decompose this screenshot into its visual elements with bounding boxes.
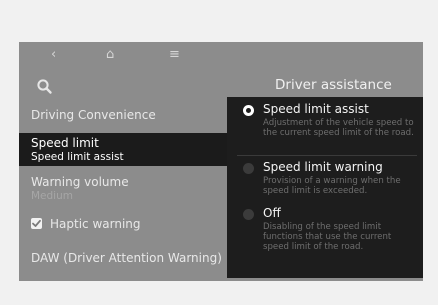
- option-label: Speed limit warning: [263, 160, 383, 174]
- menu-item-haptic-warning[interactable]: Haptic warning: [19, 217, 229, 232]
- haptic-warning-label: Haptic warning: [50, 217, 141, 231]
- option-off[interactable]: Off Disabling of the speed limit functio…: [227, 206, 423, 252]
- radio-unselected-icon[interactable]: [243, 163, 254, 174]
- option-description: Disabling of the speed limit functions t…: [263, 222, 392, 252]
- menu-item-warning-volume[interactable]: Warning volume Medium: [19, 175, 229, 203]
- option-description: Adjustment of the vehicle speed to the c…: [263, 118, 414, 138]
- daw-label: DAW (Driver Attention Warning): [31, 251, 222, 265]
- warning-volume-label: Warning volume: [31, 175, 129, 189]
- menu-icon[interactable]: ≡: [169, 47, 180, 63]
- option-label: Speed limit assist: [263, 102, 369, 116]
- search-icon[interactable]: [36, 78, 54, 96]
- speed-limit-options-popup: Speed limit assist Adjustment of the veh…: [227, 97, 423, 278]
- checkmark-icon: [32, 219, 41, 227]
- option-label: Off: [263, 206, 281, 220]
- speed-limit-value: Speed limit assist: [31, 151, 124, 163]
- divider: [237, 155, 417, 156]
- page-title: Driver assistance: [275, 77, 392, 93]
- back-icon[interactable]: ‹: [51, 47, 56, 63]
- option-speed-limit-warning[interactable]: Speed limit warning Provision of a warni…: [227, 160, 423, 196]
- option-description: Provision of a warning when the speed li…: [263, 176, 401, 196]
- menu-item-daw[interactable]: DAW (Driver Attention Warning): [19, 251, 229, 266]
- section-heading-driving-convenience: Driving Convenience: [19, 108, 229, 123]
- speed-limit-label: Speed limit: [31, 136, 99, 150]
- warning-volume-value: Medium: [31, 190, 73, 202]
- menu-item-speed-limit[interactable]: Speed limit Speed limit assist: [19, 133, 229, 166]
- option-speed-limit-assist[interactable]: Speed limit assist Adjustment of the veh…: [227, 102, 423, 138]
- home-icon[interactable]: ⌂: [106, 47, 114, 63]
- infotainment-screen: ‹ ⌂ ≡ Driver assistance Driving Convenie…: [19, 42, 423, 281]
- radio-selected-icon[interactable]: [243, 105, 254, 116]
- top-icon-bar: ‹ ⌂ ≡: [19, 42, 423, 68]
- radio-unselected-icon[interactable]: [243, 209, 254, 220]
- section-heading-label: Driving Convenience: [31, 108, 156, 122]
- haptic-warning-checkbox[interactable]: [31, 218, 42, 229]
